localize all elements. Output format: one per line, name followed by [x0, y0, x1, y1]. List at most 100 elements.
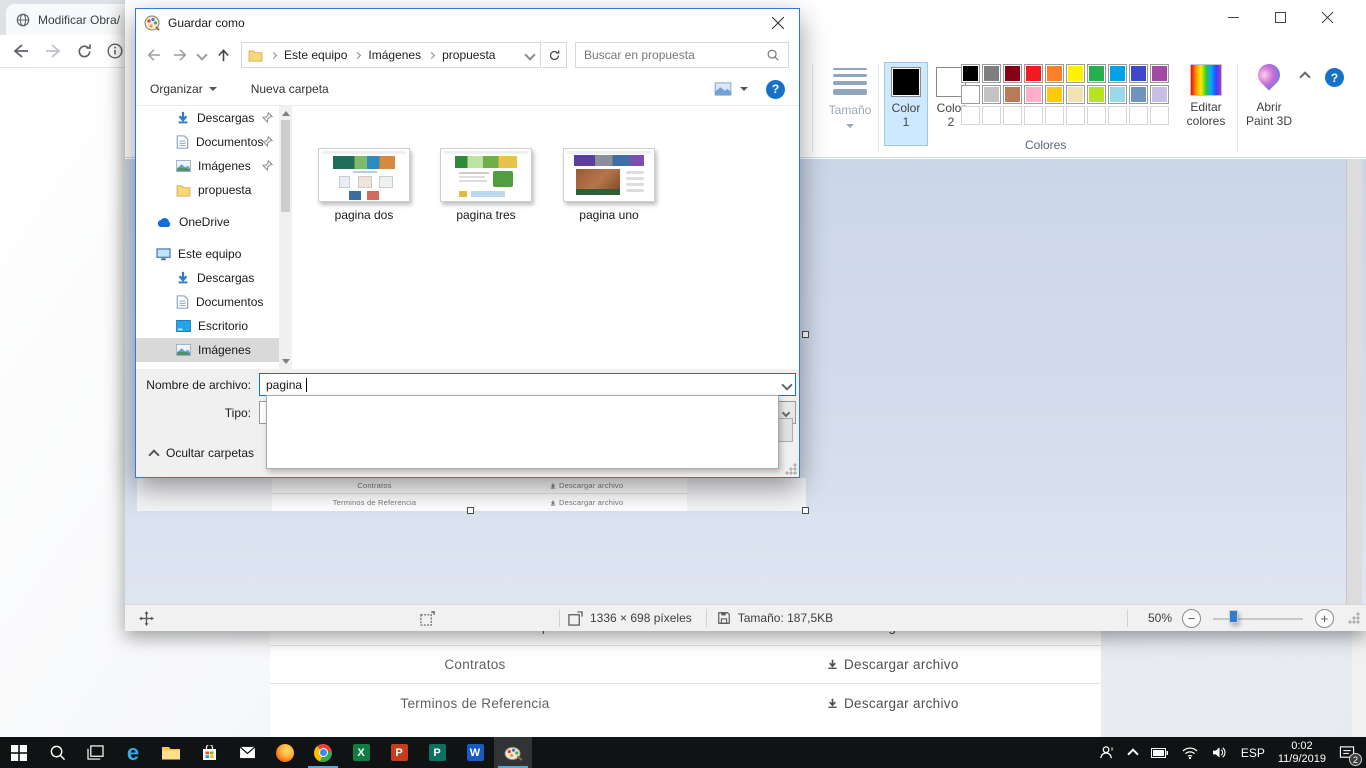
zoom-slider[interactable] [1213, 609, 1303, 628]
forward-icon[interactable] [44, 43, 62, 59]
palette-swatch-empty[interactable] [1045, 106, 1064, 125]
taskbar-publisher-icon[interactable]: P [418, 737, 456, 768]
palette-swatch-empty[interactable] [1066, 106, 1085, 125]
palette-swatch[interactable] [1066, 85, 1085, 104]
palette-swatch[interactable] [1003, 64, 1022, 83]
taskbar-file-explorer-icon[interactable] [152, 737, 190, 768]
reload-icon[interactable] [76, 43, 93, 60]
taskbar-store-icon[interactable] [190, 737, 228, 768]
maximize-button[interactable] [1265, 8, 1295, 26]
battery-icon[interactable] [1144, 737, 1175, 768]
palette-swatch[interactable] [982, 64, 1001, 83]
taskbar-powerpoint-icon[interactable]: P [380, 737, 418, 768]
refresh-button[interactable] [543, 42, 567, 68]
breadcrumb-item[interactable]: Este equipo [284, 48, 347, 62]
taskbar-firefox-icon[interactable] [266, 737, 304, 768]
palette-swatch[interactable] [1024, 64, 1043, 83]
palette-swatch[interactable] [1045, 64, 1064, 83]
scrollbar-thumb[interactable] [281, 120, 290, 212]
filename-autocomplete-dropdown[interactable] [266, 395, 779, 469]
zoom-in-button[interactable]: + [1315, 609, 1334, 628]
scroll-up-icon[interactable] [282, 111, 290, 116]
palette-swatch-empty[interactable] [961, 106, 980, 125]
view-mode-icon[interactable] [714, 82, 732, 96]
nav-history-chevron-icon[interactable] [198, 51, 206, 59]
hide-folders-button[interactable]: Ocultar carpetas [150, 446, 254, 460]
edit-colors-button[interactable]: Editarcolores [1183, 62, 1229, 128]
page-info-icon[interactable] [107, 43, 123, 59]
window-resize-grip[interactable] [1348, 612, 1360, 624]
download-link[interactable]: Descargar archivo [680, 696, 1101, 711]
new-folder-button[interactable]: Nueva carpeta [251, 82, 329, 96]
palette-swatch[interactable] [1129, 85, 1148, 104]
wifi-icon[interactable] [1175, 737, 1205, 768]
taskbar-search-button[interactable] [38, 737, 76, 768]
sidebar-scrollbar[interactable] [279, 106, 292, 369]
sidebar-item-imagenes[interactable]: Imágenes [136, 338, 279, 362]
palette-swatch[interactable] [1003, 85, 1022, 104]
selection-handle-right[interactable] [802, 331, 809, 338]
dialog-help-button[interactable]: ? [766, 80, 785, 99]
size-button[interactable]: Tamaño [822, 62, 878, 131]
taskbar-chrome-icon[interactable] [304, 737, 342, 768]
view-mode-dropdown-icon[interactable] [740, 87, 748, 91]
sidebar-item-propuesta[interactable]: propuesta [136, 178, 279, 202]
nav-forward-icon[interactable] [172, 48, 188, 62]
palette-swatch-empty[interactable] [1150, 106, 1169, 125]
taskbar-excel-icon[interactable]: X [342, 737, 380, 768]
palette-swatch-empty[interactable] [1129, 106, 1148, 125]
breadcrumb-item[interactable]: Imágenes [368, 48, 421, 62]
breadcrumb-item[interactable]: propuesta [442, 48, 495, 62]
sidebar-item-onedrive[interactable]: OneDrive [136, 210, 279, 234]
dialog-resize-grip[interactable] [785, 463, 797, 475]
taskbar-mail-icon[interactable] [228, 737, 266, 768]
back-icon[interactable] [12, 43, 30, 59]
sidebar-item-este-equipo[interactable]: Este equipo [136, 242, 279, 266]
palette-swatch[interactable] [961, 85, 980, 104]
dialog-close-button[interactable] [761, 11, 795, 35]
zoom-out-button[interactable]: − [1182, 609, 1201, 628]
filename-dropdown-icon[interactable] [781, 379, 792, 390]
zoom-slider-thumb[interactable] [1229, 610, 1238, 623]
file-item-pagina-uno[interactable]: pagina uno [548, 148, 670, 222]
palette-swatch[interactable] [961, 64, 980, 83]
download-link[interactable]: Descargar archivo [680, 657, 1101, 672]
file-item-pagina-tres[interactable]: pagina tres [425, 148, 547, 222]
palette-swatch[interactable] [1045, 85, 1064, 104]
action-center-button[interactable]: 2 [1332, 737, 1362, 768]
breadcrumb-dropdown-icon[interactable] [524, 49, 535, 60]
palette-swatch[interactable] [982, 85, 1001, 104]
sidebar-item-documentos[interactable]: Documentos [136, 290, 279, 314]
sidebar-item-imagenes[interactable]: Imágenes [136, 154, 279, 178]
language-indicator[interactable]: ESP [1234, 737, 1272, 768]
taskbar-edge-icon[interactable]: e [114, 737, 152, 768]
palette-swatch-empty[interactable] [1024, 106, 1043, 125]
palette-swatch[interactable] [1087, 64, 1106, 83]
color1-button[interactable]: Color1 [884, 62, 928, 146]
scroll-down-icon[interactable] [282, 359, 290, 364]
nav-up-icon[interactable] [216, 48, 231, 63]
taskbar-paint-icon[interactable] [494, 737, 532, 768]
sidebar-item-documentos[interactable]: Documentos [136, 130, 279, 154]
start-button[interactable] [0, 737, 38, 768]
paint-help-button[interactable]: ? [1325, 68, 1344, 87]
clock[interactable]: 0:0211/9/2019 [1272, 737, 1332, 768]
palette-swatch[interactable] [1150, 85, 1169, 104]
paint-scrollbar[interactable] [1346, 159, 1362, 604]
collapse-ribbon-button[interactable] [1301, 70, 1319, 86]
palette-swatch[interactable] [1087, 85, 1106, 104]
selection-handle-bottom[interactable] [467, 507, 474, 514]
palette-swatch[interactable] [1066, 64, 1085, 83]
task-view-button[interactable] [76, 737, 114, 768]
sidebar-item-escritorio[interactable]: Escritorio [136, 314, 279, 338]
organize-button[interactable]: Organizar [150, 82, 217, 96]
hidden-icons-chevron[interactable] [1122, 737, 1144, 768]
sidebar-item-descargas[interactable]: Descargas [136, 106, 279, 130]
palette-swatch[interactable] [1150, 64, 1169, 83]
nav-back-icon[interactable] [146, 48, 162, 62]
palette-swatch-empty[interactable] [1108, 106, 1127, 125]
minimize-button[interactable] [1218, 8, 1248, 26]
palette-swatch-empty[interactable] [1087, 106, 1106, 125]
palette-swatch[interactable] [1129, 64, 1148, 83]
palette-swatch[interactable] [1108, 85, 1127, 104]
